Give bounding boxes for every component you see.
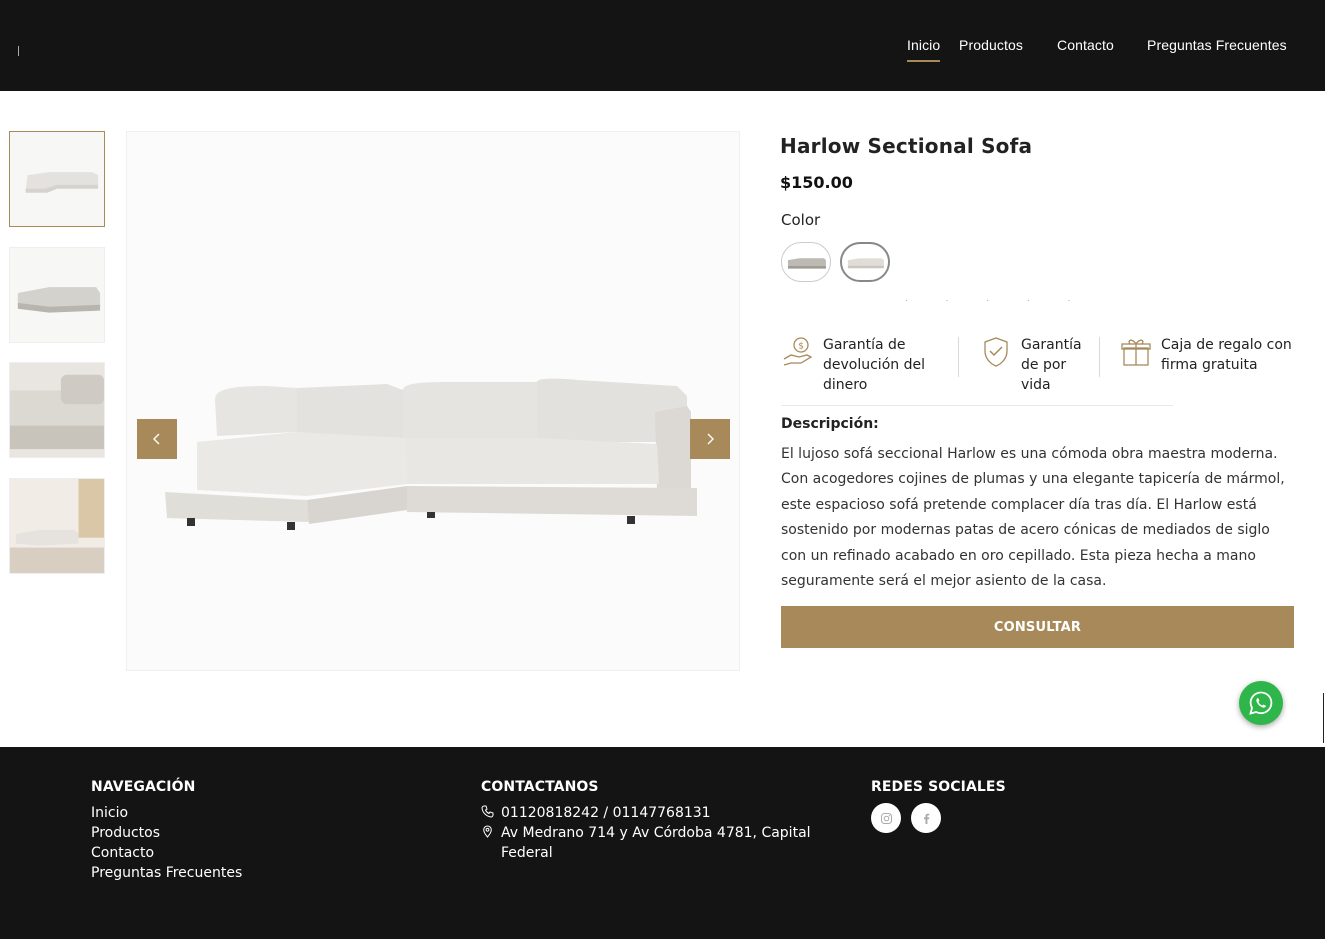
thumbnail-3[interactable]	[9, 362, 105, 458]
facebook-button[interactable]	[911, 803, 941, 833]
footer-contact: CONTACTANOS 01120818242 / 01147768131 Av…	[481, 779, 811, 863]
thumbnail-1[interactable]	[9, 131, 105, 227]
previous-image-button[interactable]	[137, 419, 177, 459]
shield-check-icon	[984, 337, 1008, 367]
sectional-sofa-image	[165, 378, 697, 530]
feature-text: Garantía de por vida	[1021, 337, 1082, 393]
contact-address: Av Medrano 714 y Av Córdoba 4781, Capita…	[501, 825, 811, 861]
footer-link-contacto[interactable]: Contacto	[91, 843, 242, 863]
description-label: Descripción:	[781, 416, 879, 432]
product-description: El lujoso sofá seccional Harlow es una c…	[781, 446, 1285, 590]
feature-gift-box: Caja de regalo con firma gratuita	[1119, 335, 1311, 375]
sofa-thumbnail-image	[10, 248, 104, 342]
social-links	[871, 803, 1006, 833]
consultar-button[interactable]: CONSULTAR	[781, 606, 1294, 648]
divider	[1099, 337, 1100, 377]
sofa-swatch-image	[847, 258, 884, 269]
divider	[781, 405, 1173, 406]
site-header: Inicio Productos Contacto Preguntas Frec…	[0, 0, 1325, 91]
color-label: Color	[781, 211, 821, 229]
whatsapp-button[interactable]	[1239, 681, 1283, 725]
product-title: Harlow Sectional Sofa	[780, 134, 1033, 158]
gift-box-icon	[1121, 339, 1151, 366]
contact-phone[interactable]: 01120818242 / 01147768131	[501, 803, 711, 823]
nav-inicio[interactable]: Inicio	[907, 37, 941, 62]
instagram-icon	[880, 812, 892, 824]
main-nav: Inicio Productos Contacto Preguntas Frec…	[0, 37, 1325, 67]
footer-link-productos[interactable]: Productos	[91, 823, 242, 843]
phone-icon	[481, 805, 494, 818]
site-footer: NAVEGACIÓN Inicio Productos Contacto Pre…	[0, 747, 1325, 939]
map-pin-icon	[483, 825, 492, 838]
feature-money-back: $ Garantía de devolución del dinero	[781, 335, 943, 395]
scrollbar-edge	[1323, 693, 1324, 743]
footer-navigation-title: NAVEGACIÓN	[91, 779, 196, 795]
sofa-thumbnail-image	[10, 363, 104, 457]
contact-address-row: Av Medrano 714 y Av Córdoba 4781, Capita…	[481, 823, 811, 863]
contact-phone-row: 01120818242 / 01147768131	[481, 803, 811, 823]
decorative-dots: ·····	[905, 296, 1109, 305]
nav-preguntas-frecuentes[interactable]: Preguntas Frecuentes	[1147, 37, 1287, 53]
main-product-image	[126, 131, 740, 671]
thumbnail-2[interactable]	[9, 247, 105, 343]
facebook-icon	[923, 813, 929, 824]
product-price: $150.00	[780, 173, 853, 192]
color-swatch-1[interactable]	[781, 242, 831, 282]
instagram-button[interactable]	[871, 803, 901, 833]
hand-money-icon: $	[783, 337, 813, 366]
footer-navigation: NAVEGACIÓN Inicio Productos Contacto Pre…	[91, 779, 242, 883]
footer-link-preguntas-frecuentes[interactable]: Preguntas Frecuentes	[91, 863, 242, 883]
feature-text: Caja de regalo con firma gratuita	[1161, 337, 1292, 373]
feature-lifetime-warranty: Garantía de por vida	[979, 335, 1091, 395]
chevron-left-icon	[153, 433, 160, 445]
footer-contact-title: CONTACTANOS	[481, 779, 599, 795]
sofa-thumbnail-image	[10, 132, 104, 226]
next-image-button[interactable]	[690, 419, 730, 459]
footer-link-inicio[interactable]: Inicio	[91, 803, 242, 823]
feature-text: Garantía de devolución del dinero	[823, 337, 925, 393]
nav-contacto[interactable]: Contacto	[1057, 37, 1114, 53]
color-swatch-2[interactable]	[840, 242, 890, 282]
chevron-right-icon	[707, 433, 714, 445]
features-row: $ Garantía de devolución del dinero Gara…	[781, 335, 1301, 407]
sofa-swatch-image	[787, 258, 826, 269]
sofa-thumbnail-image	[10, 479, 104, 573]
svg-text:$: $	[798, 342, 804, 352]
whatsapp-icon	[1249, 691, 1273, 715]
thumbnail-4[interactable]	[9, 478, 105, 574]
divider	[958, 337, 959, 377]
nav-productos[interactable]: Productos	[959, 37, 1023, 53]
footer-social-title: REDES SOCIALES	[871, 779, 1006, 795]
footer-social: REDES SOCIALES	[871, 779, 1006, 833]
